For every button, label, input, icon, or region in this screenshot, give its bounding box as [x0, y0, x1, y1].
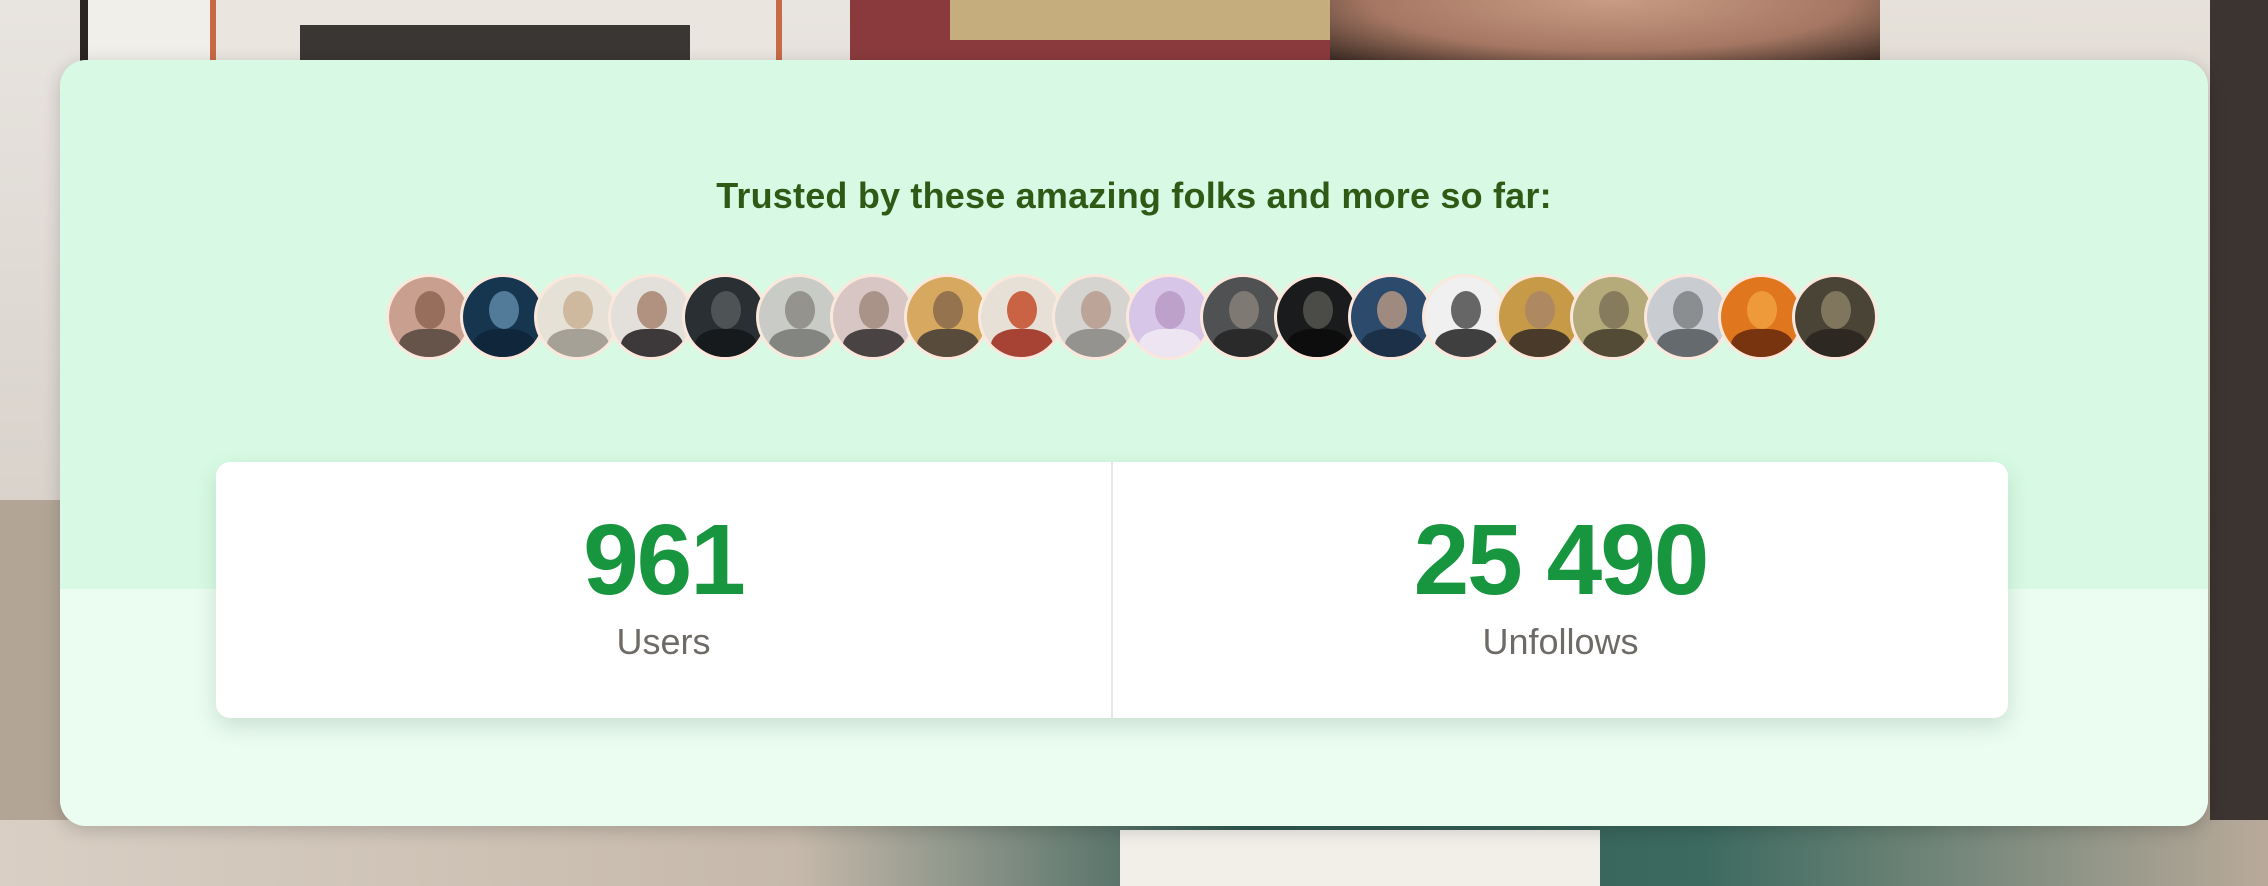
- social-proof-card: Trusted by these amazing folks and more …: [60, 60, 2208, 826]
- unfollows-count: 25 490: [1413, 504, 1710, 616]
- stat-users: 961 Users: [216, 462, 1111, 718]
- user-avatar: [1792, 274, 1878, 360]
- users-label: Users: [616, 621, 711, 662]
- users-count: 961: [583, 504, 746, 616]
- stats-panel: 961 Users 25 490 Unfollows: [216, 462, 2008, 718]
- unfollows-label: Unfollows: [1482, 621, 1639, 662]
- avatar-row: [386, 274, 1878, 360]
- trusted-by-headline: Trusted by these amazing folks and more …: [716, 175, 1552, 216]
- stat-unfollows: 25 490 Unfollows: [1111, 462, 2008, 718]
